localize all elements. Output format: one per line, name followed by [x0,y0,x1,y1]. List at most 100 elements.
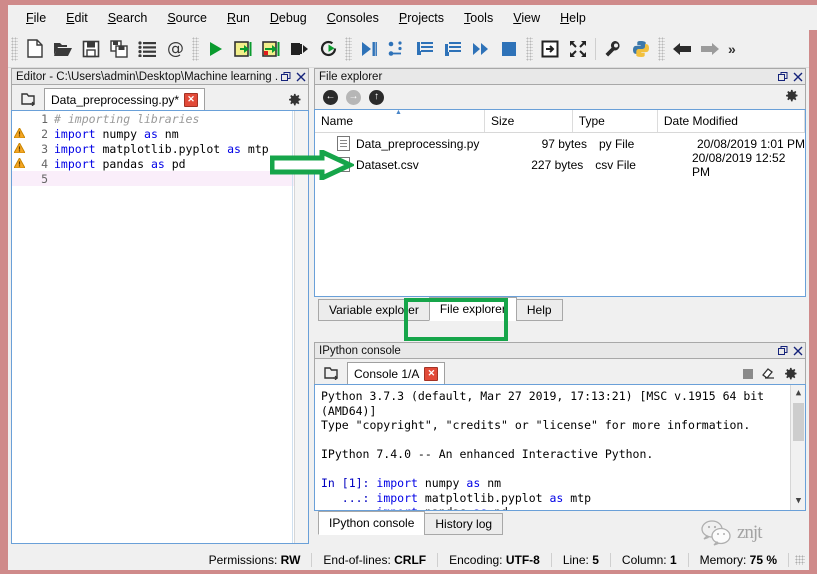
run-file-icon[interactable] [202,34,230,64]
menu-item-view[interactable]: View [503,8,550,28]
close-icon[interactable] [293,69,308,84]
column-header-type[interactable]: Type [573,110,658,132]
editor-title-label: Editor - C:\Users\admin\Desktop\Machine … [16,71,278,83]
menu-item-help[interactable]: Help [550,8,596,28]
menu-item-edit[interactable]: Edit [56,8,98,28]
parent-folder-icon[interactable]: ↑ [369,90,384,105]
console-output-line [321,433,799,448]
scroll-up-icon[interactable]: ▲ [793,386,804,401]
code-text: import pandas as pd [54,157,186,171]
console-tab-close-icon[interactable]: ✕ [424,367,438,381]
status-value: 1 [670,553,677,567]
console-tab-row: Console 1/A ✕ [314,359,806,384]
run-cell-icon[interactable] [230,34,258,64]
close-icon[interactable] [790,69,805,84]
scroll-down-icon[interactable]: ▼ [793,494,804,509]
console-tab-console-1a[interactable]: Console 1/A ✕ [347,362,445,384]
editor-tab-close-icon[interactable]: ✕ [184,93,198,107]
green-box-annotation [404,298,508,341]
undock-icon[interactable] [775,343,790,358]
fullscreen-icon[interactable] [564,34,592,64]
menu-item-source[interactable]: Source [157,8,217,28]
console-options-gear-icon[interactable] [783,366,798,384]
file-row[interactable]: Dataset.csv227 bytescsv File20/08/2019 1… [315,154,805,175]
status-permissions: Permissions: RW [198,553,313,567]
console-output-area[interactable]: Python 3.7.3 (default, Mar 27 2019, 17:1… [314,384,806,511]
code-line-3: 3import matplotlib.pyplot as mtp [12,141,308,156]
console-output-line [321,462,799,477]
save-all-icon[interactable] [105,34,133,64]
open-file-icon[interactable] [49,34,77,64]
console-scroll-thumb[interactable] [793,403,804,441]
editor-options-gear-icon[interactable] [287,92,302,110]
toolbar-grip-3[interactable] [345,37,352,61]
editor-tab-data-preprocessing[interactable]: Data_preprocessing.py* ✕ [44,88,205,110]
menu-item-debug[interactable]: Debug [260,8,317,28]
file-explorer-list[interactable]: Name▲SizeTypeDate Modified Data_preproce… [314,109,806,297]
at-sign-icon[interactable]: @ [161,34,189,64]
preferences-icon[interactable] [599,34,627,64]
forward-icon[interactable]: → [346,90,361,105]
file-explorer-options-gear-icon[interactable] [784,88,799,106]
column-header-date-modified[interactable]: Date Modified [658,110,805,132]
status-value: RW [281,553,301,567]
console-output-line: (AMD64)] [321,404,799,419]
debug-stop-icon[interactable] [495,34,523,64]
file-list-icon[interactable] [133,34,161,64]
forward-icon[interactable] [696,34,724,64]
console-vertical-scrollbar[interactable]: ▲ ▼ [790,385,805,510]
console-output-lines: Python 3.7.3 (default, Mar 27 2019, 17:1… [321,389,799,476]
maximize-pane-icon[interactable] [536,34,564,64]
debug-step-return-icon[interactable] [439,34,467,64]
menu-item-projects[interactable]: Projects [389,8,454,28]
clear-console-icon[interactable] [761,367,776,383]
line-number: 3 [26,142,54,156]
warning-icon[interactable] [12,157,26,171]
tab-help[interactable]: Help [516,299,563,321]
file-explorer-column-headers: Name▲SizeTypeDate Modified [315,110,805,133]
status-label: End-of-lines: [323,553,390,567]
save-file-icon[interactable] [77,34,105,64]
run-cell-advance-icon[interactable] [258,34,286,64]
debug-file-icon[interactable] [355,34,383,64]
tab-history-log[interactable]: History log [424,513,503,535]
rerun-file-icon[interactable] [314,34,342,64]
back-icon[interactable] [668,34,696,64]
toolbar-grip-5[interactable] [658,37,665,61]
warning-icon[interactable] [12,127,26,141]
editor-code-area[interactable]: 1# importing libraries2import numpy as n… [11,110,309,544]
menu-item-search[interactable]: Search [98,8,158,28]
column-header-name[interactable]: Name▲ [315,110,485,132]
close-icon[interactable] [790,343,805,358]
svg-text:@: @ [167,39,184,58]
run-selection-icon[interactable] [286,34,314,64]
undock-icon[interactable] [775,69,790,84]
undock-icon[interactable] [278,69,293,84]
debug-continue-icon[interactable] [467,34,495,64]
tab-ipython-console[interactable]: IPython console [318,511,425,535]
debug-step-over-icon[interactable] [383,34,411,64]
menu-item-tools[interactable]: Tools [454,8,503,28]
new-file-icon[interactable] [21,34,49,64]
console-title-label: IPython console [319,345,775,357]
resize-grip[interactable] [795,555,805,565]
console-output-line: Type "copyright", "credits" or "license"… [321,418,799,433]
browse-tabs-icon[interactable] [319,362,345,384]
pythonpath-icon[interactable] [627,34,655,64]
sort-ascending-icon: ▲ [395,109,402,116]
debug-step-into-icon[interactable] [411,34,439,64]
status-label: Permissions: [209,553,278,567]
menu-item-consoles[interactable]: Consoles [317,8,389,28]
toolbar-overflow-button[interactable]: » [724,41,740,57]
back-icon[interactable]: ← [323,90,338,105]
toolbar-grip-2[interactable] [192,37,199,61]
toolbar-grip[interactable] [11,37,18,61]
browse-tabs-icon[interactable] [16,88,42,110]
console-prompt: ...: [321,491,376,505]
column-header-size[interactable]: Size [485,110,573,132]
menu-item-file[interactable]: File [16,8,56,28]
stop-icon[interactable] [742,368,754,383]
menu-item-run[interactable]: Run [217,8,260,28]
toolbar-grip-4[interactable] [526,37,533,61]
warning-icon[interactable] [12,142,26,156]
